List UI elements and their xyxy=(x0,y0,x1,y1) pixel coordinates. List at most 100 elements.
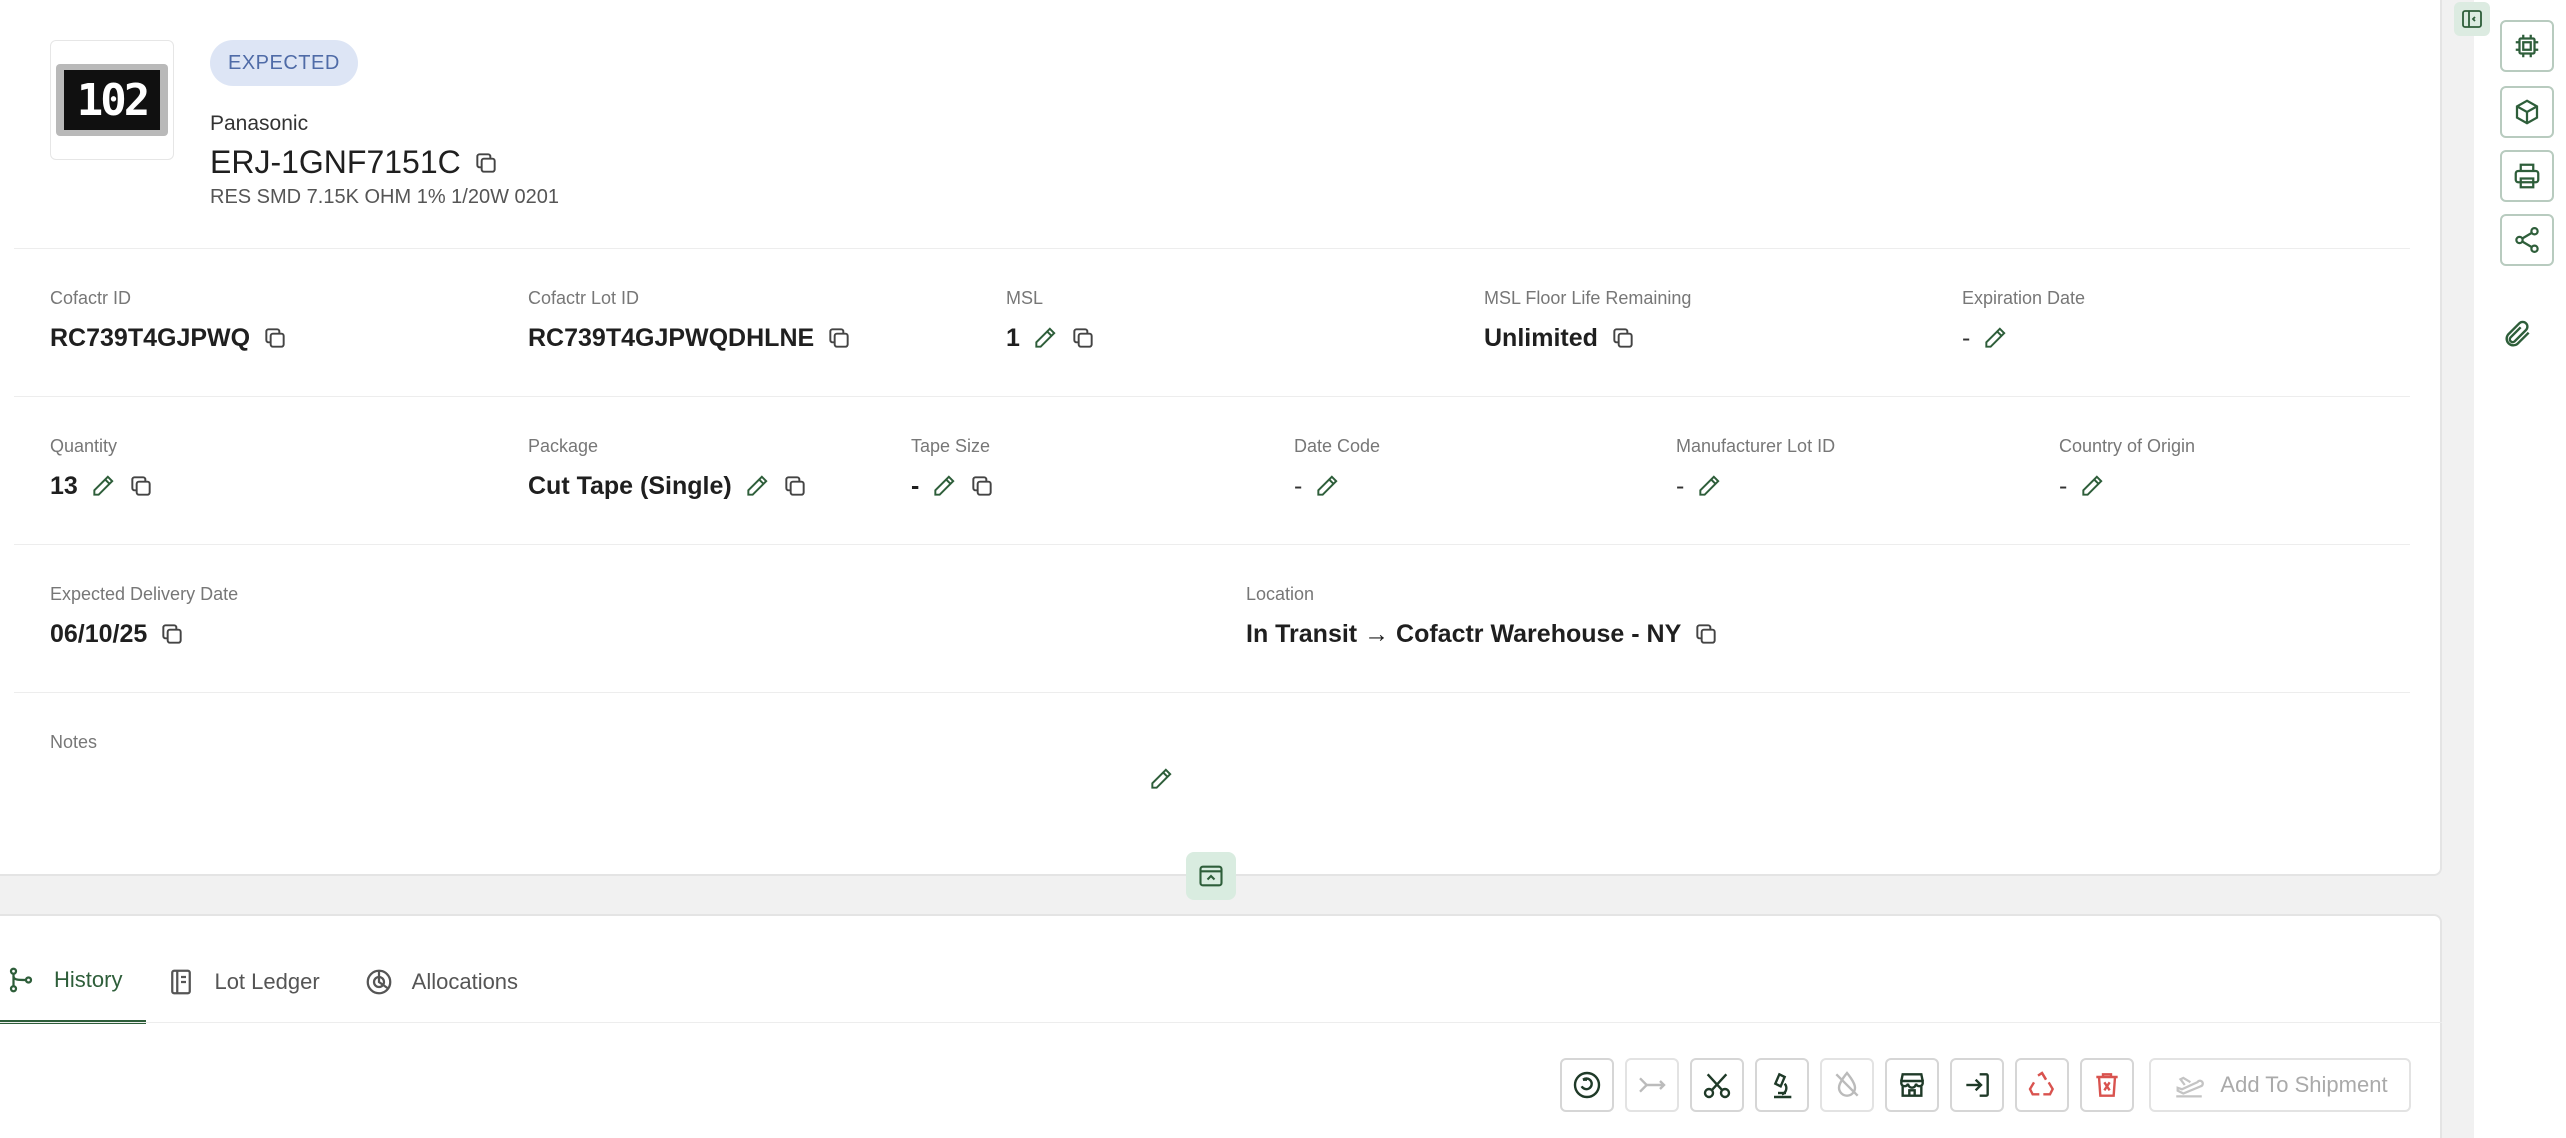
pencil-icon[interactable] xyxy=(1314,473,1340,499)
tab-label: Allocations xyxy=(411,969,519,994)
pencil-icon[interactable] xyxy=(2079,473,2105,499)
no-moisture-icon xyxy=(1835,1071,1859,1097)
collapse-icon xyxy=(1199,865,1223,887)
divider xyxy=(0,1022,2442,1023)
attachments-button[interactable] xyxy=(2500,314,2536,354)
warehouse-button[interactable] xyxy=(1885,1058,1939,1112)
copy-icon[interactable] xyxy=(826,325,852,351)
merge-button[interactable] xyxy=(1625,1058,1679,1112)
field-value: - xyxy=(1676,471,1685,500)
field-expected-delivery-date: Expected Delivery Date 06/10/25 xyxy=(50,584,238,650)
field-label: Location xyxy=(1246,584,1315,604)
inspect-button[interactable] xyxy=(1755,1058,1809,1112)
chip-marking: 102 xyxy=(64,70,160,130)
storefront-icon xyxy=(1900,1073,1924,1097)
plane-takeoff-icon xyxy=(2176,1076,2205,1098)
field-label: Country of Origin xyxy=(2059,436,2196,456)
copy-icon[interactable] xyxy=(1070,325,1096,351)
part-description: RES SMD 7.15K OHM 1% 1/20W 0201 xyxy=(210,186,560,208)
field-label: Tape Size xyxy=(911,436,991,456)
copy-icon[interactable] xyxy=(262,325,288,351)
copy-icon[interactable] xyxy=(159,621,185,647)
copy-icon[interactable] xyxy=(782,473,808,499)
copy-icon[interactable] xyxy=(128,473,154,499)
pencil-icon[interactable] xyxy=(1696,473,1722,499)
part-details-button[interactable] xyxy=(2500,20,2554,72)
field-label: Expected Delivery Date xyxy=(50,584,239,604)
field-cofactr-lot-id: Cofactr Lot ID RC739T4GJPWQDHLNE xyxy=(528,288,852,354)
pencil-icon[interactable] xyxy=(90,473,116,499)
pencil-icon[interactable] xyxy=(1032,325,1058,351)
merge-arrow-icon xyxy=(1639,1077,1666,1093)
field-notes: Notes xyxy=(50,732,97,756)
pencil-icon[interactable] xyxy=(931,473,957,499)
add-to-shipment-button[interactable]: Add To Shipment xyxy=(2149,1058,2411,1112)
add-to-shipment-label: Add To Shipment xyxy=(2220,1072,2388,1097)
pencil-icon[interactable] xyxy=(744,473,770,499)
box-icon xyxy=(2515,99,2539,125)
paperclip-icon xyxy=(2505,320,2530,347)
field-msl: MSL 1 xyxy=(1006,288,1096,354)
tab-bar: History Lot Ledger Allocations xyxy=(0,940,542,1024)
field-label: Notes xyxy=(50,732,98,752)
copy-icon[interactable] xyxy=(1610,325,1636,351)
ledger-book-icon xyxy=(171,969,192,995)
split-button[interactable] xyxy=(1690,1058,1744,1112)
field-value: - xyxy=(2059,471,2068,500)
field-date-code: Date Code - xyxy=(1294,436,1380,502)
field-manufacturer-lot-id: Manufacturer Lot ID - xyxy=(1676,436,1835,502)
share-icon xyxy=(2515,227,2539,253)
recycle-button[interactable] xyxy=(2015,1058,2069,1112)
trash-icon xyxy=(2096,1073,2118,1097)
collapse-details-button[interactable] xyxy=(1186,852,1236,900)
tab-history[interactable]: History xyxy=(0,940,147,1024)
field-country-of-origin: Country of Origin - xyxy=(2059,436,2195,502)
panel-left-icon xyxy=(2462,10,2482,28)
field-label: Expiration Date xyxy=(1962,288,2086,308)
field-value: 06/10/25 xyxy=(50,619,148,648)
delete-button[interactable] xyxy=(2080,1058,2134,1112)
tab-lot-ledger[interactable]: Lot Ledger xyxy=(146,940,343,1024)
divider xyxy=(14,396,2410,397)
field-label: Package xyxy=(528,436,599,456)
field-value: Unlimited xyxy=(1484,323,1598,352)
field-value: RC739T4GJPWQ xyxy=(50,323,251,352)
print-button[interactable] xyxy=(2500,150,2554,202)
lot-detail-card: 102 EXPECTED Panasonic ERJ-1GNF7151C RES… xyxy=(0,0,2442,876)
field-quantity: Quantity 13 xyxy=(50,436,154,502)
printer-icon xyxy=(2514,163,2540,189)
action-toolbar: Add To Shipment xyxy=(1560,1058,2411,1112)
scan-coin-icon xyxy=(1573,1071,1601,1099)
divider xyxy=(14,544,2410,545)
part-number-row: ERJ-1GNF7151C xyxy=(210,144,499,181)
field-value: Cut Tape (Single) xyxy=(528,471,732,500)
package-button[interactable] xyxy=(2500,86,2554,138)
field-tape-size: Tape Size - xyxy=(911,436,995,502)
copy-icon[interactable] xyxy=(473,150,499,176)
field-label: Cofactr Lot ID xyxy=(528,288,640,308)
copy-icon[interactable] xyxy=(1693,621,1719,647)
field-cofactr-id: Cofactr ID RC739T4GJPWQ xyxy=(50,288,288,354)
tab-label: History xyxy=(54,967,123,992)
scissors-icon xyxy=(1703,1073,1731,1099)
divider xyxy=(14,248,2410,249)
field-value: - xyxy=(911,471,920,500)
field-expiration-date: Expiration Date - xyxy=(1962,288,2085,354)
share-button[interactable] xyxy=(2500,214,2554,266)
field-msl-floor-life: MSL Floor Life Remaining Unlimited xyxy=(1484,288,1691,354)
tab-allocations[interactable]: Allocations xyxy=(344,940,542,1024)
part-number: ERJ-1GNF7151C xyxy=(210,144,461,180)
pencil-icon[interactable] xyxy=(1982,325,2008,351)
bake-button[interactable] xyxy=(1820,1058,1874,1112)
field-value: 1 xyxy=(1006,323,1020,352)
field-value: RC739T4GJPWQDHLNE xyxy=(528,323,815,352)
count-button[interactable] xyxy=(1560,1058,1614,1112)
field-label: Manufacturer Lot ID xyxy=(1676,436,1836,456)
check-in-button[interactable] xyxy=(1950,1058,2004,1112)
copy-icon[interactable] xyxy=(969,473,995,499)
manufacturer-name: Panasonic xyxy=(210,112,309,135)
notes-pencil-icon[interactable] xyxy=(1148,766,1174,792)
divider xyxy=(14,692,2410,693)
git-branch-icon xyxy=(9,967,33,993)
sidebar-toggle-button[interactable] xyxy=(2454,2,2490,36)
